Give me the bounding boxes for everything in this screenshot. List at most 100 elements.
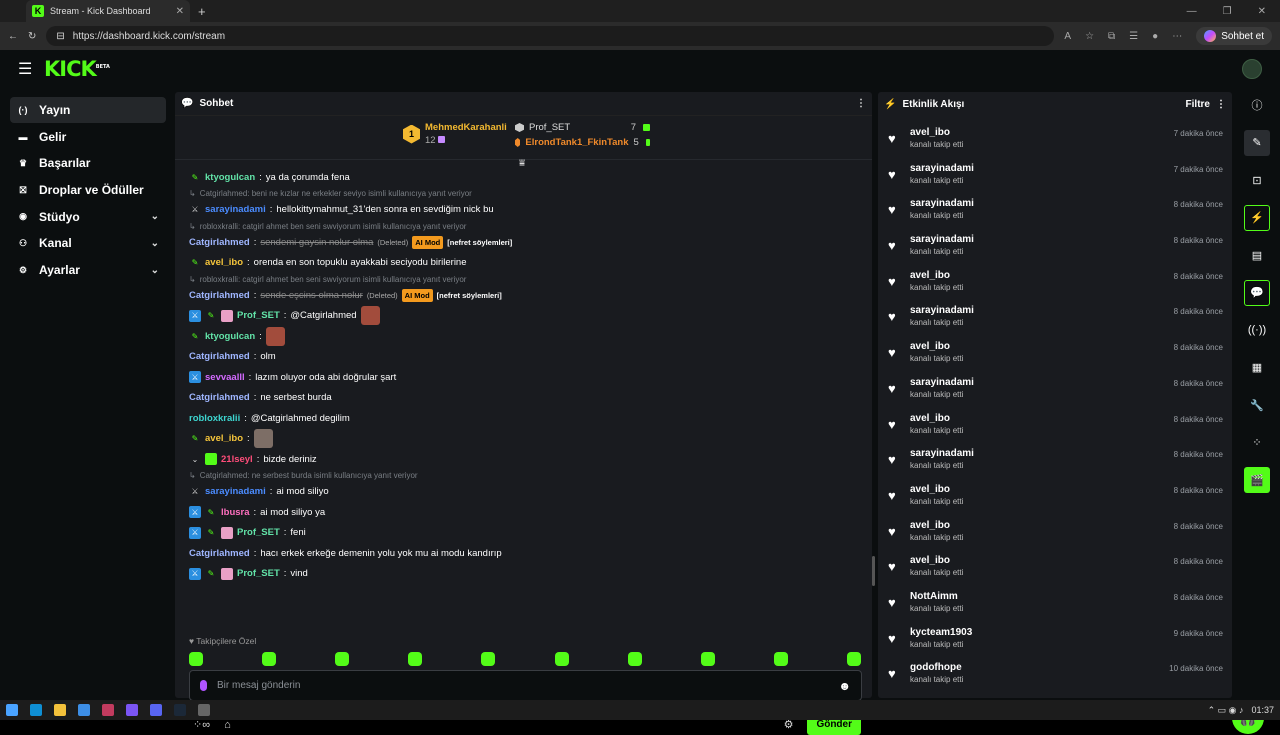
- info-icon[interactable]: ⓘ: [1244, 92, 1270, 118]
- message-username[interactable]: Catgirlahmed: [189, 350, 250, 363]
- maximize-button[interactable]: ❐: [1223, 6, 1232, 17]
- menu-icon[interactable]: ☰: [18, 59, 42, 79]
- sidebar-item-3[interactable]: ⛝ Droplar ve Ödüller: [10, 177, 166, 203]
- chat-message[interactable]: Catgirlahmed: hacı erkek erkeğe demenin y…: [189, 543, 849, 564]
- explorer-icon[interactable]: [54, 704, 66, 716]
- chat-message[interactable]: ⚔ sevvaalll: lazım oluyor oda abi doğrular…: [189, 367, 849, 388]
- activity-item[interactable]: ♥ avel_ibo kanalı takip etti 7 dakika önce: [888, 127, 1223, 163]
- sidebar-item-5[interactable]: ⚇ Kanal ⌄: [10, 230, 166, 256]
- chat-message[interactable]: Catgirlahmed: olm: [189, 347, 849, 368]
- activity-item[interactable]: ♥ NottAimm kanalı takip etti 8 dakika önce: [888, 591, 1223, 627]
- screenshot-icon[interactable]: ⊡: [1244, 167, 1270, 193]
- message-username[interactable]: sevvaalll: [205, 371, 245, 384]
- copilot-button[interactable]: Sohbet et: [1196, 27, 1272, 45]
- activity-username[interactable]: godofhope: [910, 662, 1161, 673]
- message-username[interactable]: robloxkralii: [189, 412, 240, 425]
- close-tab-icon[interactable]: ✕: [176, 6, 184, 17]
- sidebar-item-2[interactable]: ♛ Başarılar: [10, 150, 166, 176]
- message-username[interactable]: Catgirlahmed: [189, 236, 250, 249]
- chat-more-icon[interactable]: ⋮: [856, 98, 866, 109]
- reply-context[interactable]: ↳ Catgirlahmed: beni ne kızlar ne erkekle…: [189, 188, 849, 200]
- close-window-button[interactable]: ✕: [1258, 6, 1266, 17]
- kick-emote-icon[interactable]: [481, 652, 496, 666]
- message-username[interactable]: Prof_SET: [237, 567, 280, 580]
- message-username[interactable]: Catgirlahmed: [189, 391, 250, 404]
- url-field[interactable]: ⊟ https://dashboard.kick.com/stream: [46, 26, 1055, 46]
- sidebar-item-6[interactable]: ⚙ Ayarlar ⌄: [10, 257, 166, 283]
- kick-emote-icon[interactable]: [189, 652, 203, 666]
- chat-message[interactable]: ⚔ ✎ Prof_SET: vind: [189, 564, 849, 585]
- activity-username[interactable]: avel_ibo: [910, 520, 1166, 531]
- message-username[interactable]: avel_ibo: [205, 256, 243, 269]
- user-avatar[interactable]: [1242, 59, 1262, 79]
- notes-icon[interactable]: ▤: [1244, 242, 1270, 268]
- activity-username[interactable]: avel_ibo: [910, 413, 1166, 424]
- activity-item[interactable]: ♥ kycteam1903 kanalı takip etti 9 dakika ön…: [888, 627, 1223, 663]
- more-icon[interactable]: ⋯: [1172, 31, 1182, 42]
- activity-username[interactable]: avel_ibo: [910, 555, 1166, 566]
- activity-item[interactable]: ♥ avel_ibo kanalı takip etti 8 dakika önce: [888, 555, 1223, 591]
- activity-username[interactable]: sarayinadami: [910, 448, 1166, 459]
- broadcast-icon[interactable]: ((·)): [1244, 317, 1270, 343]
- kick-emote-icon[interactable]: [408, 652, 423, 666]
- message-username[interactable]: avel_ibo: [205, 432, 243, 445]
- chat-message[interactable]: ↳ Catgirlahmed: ne serbest burda isimli k…: [189, 470, 849, 503]
- message-username[interactable]: Prof_SET: [237, 526, 280, 539]
- activity-toggle-icon[interactable]: ⚡: [1244, 204, 1270, 231]
- kick-logo[interactable]: KICKBETA: [44, 57, 110, 81]
- activity-username[interactable]: sarayinadami: [910, 163, 1166, 174]
- message-username[interactable]: sarayinadami: [205, 203, 266, 216]
- discord-icon[interactable]: [150, 704, 162, 716]
- activity-username[interactable]: NottAimm: [910, 591, 1166, 602]
- leaderboard-top[interactable]: 1 MehmedKarahanli 12: [403, 122, 507, 146]
- kick-emote-icon[interactable]: [554, 652, 569, 666]
- kick-emote-icon[interactable]: [627, 652, 642, 666]
- steam-icon[interactable]: [174, 704, 186, 716]
- message-username[interactable]: Prof_SET: [237, 309, 280, 322]
- windows-start-icon[interactable]: [6, 704, 18, 716]
- kick-emote-icon[interactable]: [262, 652, 277, 666]
- leaderboard-row[interactable]: ElrondTank1_FkinTank 5: [515, 135, 650, 150]
- edit-icon[interactable]: ✎: [1244, 129, 1270, 156]
- reply-context[interactable]: ↳ Catgirlahmed: ne serbest burda isimli k…: [189, 470, 849, 482]
- sidebar-item-0[interactable]: (·) Yayın: [10, 97, 166, 123]
- activity-item[interactable]: ♥ avel_ibo kanalı takip etti 8 dakika önce: [888, 484, 1223, 520]
- activity-item[interactable]: ♥ godofhope kanalı takip etti 10 dakika önc…: [888, 662, 1223, 698]
- reply-context[interactable]: ↳ robloxkralli: catgirl ahmet ben seni sw…: [189, 220, 849, 232]
- activity-username[interactable]: avel_ibo: [910, 127, 1166, 138]
- emoji-icon[interactable]: ☻: [838, 679, 851, 693]
- chat-message[interactable]: Catgirlahmed: ne serbest burda: [189, 388, 849, 409]
- kick-emote-icon[interactable]: [846, 652, 861, 666]
- filter-button[interactable]: Filtre: [1186, 99, 1210, 110]
- app-icon[interactable]: [102, 704, 114, 716]
- chat-message[interactable]: ✎ ktyogulcan:: [189, 326, 849, 347]
- activity-username[interactable]: sarayinadami: [910, 198, 1166, 209]
- connections-icon[interactable]: ⁘: [1244, 430, 1270, 456]
- activity-item[interactable]: ♥ avel_ibo kanalı takip etti 8 dakika önce: [888, 341, 1223, 377]
- message-username[interactable]: ktyogulcan: [205, 171, 255, 184]
- minimize-button[interactable]: —: [1187, 6, 1197, 17]
- sidebar-item-1[interactable]: ▬ Gelir: [10, 124, 166, 150]
- app-icon[interactable]: [78, 704, 90, 716]
- chat-message[interactable]: ↳ robloxkralli: catgirl ahmet ben seni sw…: [189, 220, 849, 253]
- chat-toggle-icon[interactable]: 💬: [1244, 279, 1270, 306]
- chat-message[interactable]: ↳ robloxkralli: catgirl ahmet ben seni sw…: [189, 273, 849, 306]
- browser-tab[interactable]: K Stream - Kick Dashboard ✕: [26, 0, 190, 22]
- chat-message[interactable]: ⌄ 21lseyl: bizde deriniz: [189, 449, 849, 470]
- chevron-down-icon[interactable]: ⌄: [151, 265, 159, 276]
- sidebar-item-4[interactable]: ◉ Stüdyo ⌄: [10, 204, 166, 230]
- message-username[interactable]: ktyogulcan: [205, 330, 255, 343]
- message-username[interactable]: Catgirlahmed: [189, 547, 250, 560]
- kick-emote-icon[interactable]: [335, 652, 350, 666]
- activity-username[interactable]: avel_ibo: [910, 341, 1166, 352]
- reload-icon[interactable]: ↻: [28, 31, 36, 42]
- app-icon[interactable]: [126, 704, 138, 716]
- back-icon[interactable]: ←: [8, 31, 18, 42]
- chat-input[interactable]: Bir mesaj gönderin ☻: [189, 670, 862, 701]
- read-aloud-icon[interactable]: A: [1064, 31, 1071, 42]
- activity-item[interactable]: ♥ sarayinadami kanalı takip etti 8 dakika ö…: [888, 448, 1223, 484]
- site-info-icon[interactable]: ⊟: [56, 31, 64, 42]
- leaderboard-row[interactable]: Prof_SET 7: [515, 120, 650, 135]
- chat-message[interactable]: robloxkralii: @Catgirlahmed degilim: [189, 408, 849, 429]
- chevron-down-icon[interactable]: ⌄: [151, 211, 159, 222]
